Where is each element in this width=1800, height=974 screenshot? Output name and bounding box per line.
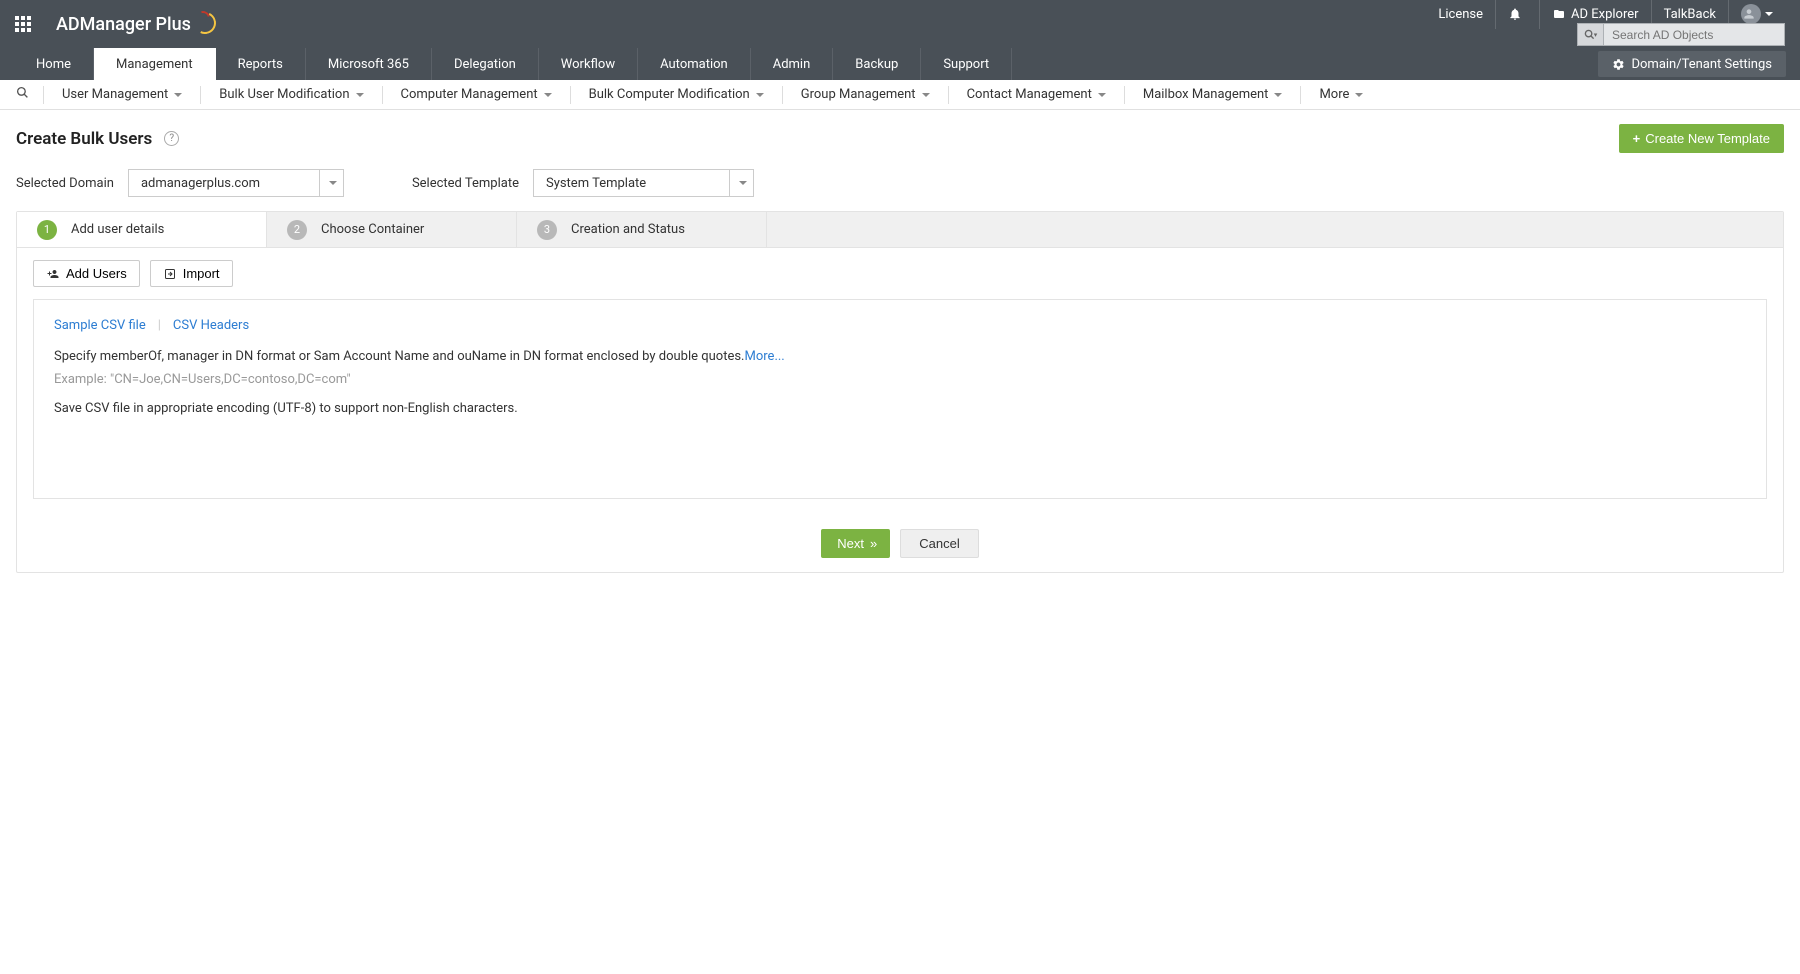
chevron-down-icon <box>544 93 552 97</box>
selected-template-dropdown[interactable]: System Template <box>533 169 754 197</box>
footer-buttons: Next » Cancel <box>17 515 1783 572</box>
sub-search-icon[interactable] <box>8 86 37 103</box>
step-number: 2 <box>287 220 307 240</box>
chevron-down-icon <box>1355 93 1363 97</box>
sample-csv-link[interactable]: Sample CSV file <box>54 318 146 333</box>
csv-headers-link[interactable]: CSV Headers <box>173 318 249 333</box>
main-tab-backup[interactable]: Backup <box>833 48 921 80</box>
selected-domain-dropdown[interactable]: admanagerplus.com <box>128 169 344 197</box>
bell-icon <box>1508 7 1522 21</box>
selector-row: Selected Domain admanagerplus.com Select… <box>0 163 1800 211</box>
action-row: Add Users Import <box>17 248 1783 299</box>
logo-swoosh-icon <box>194 12 214 36</box>
notifications-bell[interactable] <box>1495 0 1539 29</box>
main-tab-management[interactable]: Management <box>94 48 216 80</box>
divider <box>948 86 949 104</box>
chevron-down-icon <box>174 93 182 97</box>
main-tab-support[interactable]: Support <box>921 48 1012 80</box>
search-container: ▾ <box>1577 23 1785 46</box>
next-button[interactable]: Next » <box>821 529 890 558</box>
divider <box>43 86 44 104</box>
main-tabs: HomeManagementReportsMicrosoft 365Delega… <box>0 48 1800 80</box>
main-tab-microsoft-365[interactable]: Microsoft 365 <box>306 48 432 80</box>
info-example: Example: "CN=Joe,CN=Users,DC=contoso,DC=… <box>54 372 1746 387</box>
page-title-row: Create Bulk Users ? + Create New Templat… <box>0 110 1800 163</box>
selected-template-label: Selected Template <box>412 176 519 191</box>
step-tab-1[interactable]: 1 Add user details <box>17 212 267 247</box>
chevron-down-icon <box>922 93 930 97</box>
main-tab-automation[interactable]: Automation <box>638 48 751 80</box>
chevron-down-icon <box>1274 93 1282 97</box>
chevron-down-icon <box>756 93 764 97</box>
divider <box>782 86 783 104</box>
step-tab-3[interactable]: 3 Creation and Status <box>517 212 767 247</box>
step-label: Choose Container <box>321 222 424 237</box>
product-logo: ADManager Plus <box>56 12 214 36</box>
sub-tab-more[interactable]: More <box>1307 80 1375 110</box>
info-text-encoding: Save CSV file in appropriate encoding (U… <box>54 401 1746 416</box>
more-link[interactable]: More... <box>745 349 785 364</box>
apps-grid-icon[interactable] <box>15 16 31 32</box>
main-tab-admin[interactable]: Admin <box>751 48 834 80</box>
chevron-down-icon <box>729 170 753 196</box>
steps-container: 1 Add user details 2 Choose Container 3 Creat… <box>16 211 1784 573</box>
sub-tab-contact-management[interactable]: Contact Management <box>955 80 1118 110</box>
create-new-template-button[interactable]: + Create New Template <box>1619 124 1784 153</box>
import-button[interactable]: Import <box>150 260 233 287</box>
step-number: 1 <box>37 220 57 240</box>
product-name: ADManager Plus <box>56 14 191 35</box>
chevron-down-icon <box>319 170 343 196</box>
double-chevron-right-icon: » <box>870 536 874 551</box>
chevron-down-icon <box>356 93 364 97</box>
add-user-icon <box>46 268 60 280</box>
sub-tab-group-management[interactable]: Group Management <box>789 80 942 110</box>
divider <box>1300 86 1301 104</box>
info-links: Sample CSV file | CSV Headers <box>54 318 1746 333</box>
main-tab-delegation[interactable]: Delegation <box>432 48 539 80</box>
divider <box>1124 86 1125 104</box>
user-avatar-icon <box>1741 4 1761 24</box>
license-link[interactable]: License <box>1426 0 1495 29</box>
plus-icon: + <box>1633 131 1641 146</box>
sub-tabs: User Management Bulk User Modification Com… <box>0 80 1800 110</box>
page-title: Create Bulk Users <box>16 129 152 149</box>
gear-icon <box>1612 58 1625 71</box>
divider <box>382 86 383 104</box>
import-icon <box>163 268 177 280</box>
chevron-down-icon <box>1765 12 1773 16</box>
folder-icon <box>1552 8 1566 20</box>
domain-tenant-settings-button[interactable]: Domain/Tenant Settings <box>1598 51 1786 77</box>
step-tabs: 1 Add user details 2 Choose Container 3 Creat… <box>17 212 1783 248</box>
sub-tab-bulk-user-modification[interactable]: Bulk User Modification <box>207 80 375 110</box>
divider: | <box>158 318 161 333</box>
step-label: Add user details <box>71 222 164 237</box>
selected-domain-label: Selected Domain <box>16 176 114 191</box>
step-label: Creation and Status <box>571 222 685 237</box>
search-input[interactable] <box>1604 24 1784 45</box>
divider <box>200 86 201 104</box>
divider <box>570 86 571 104</box>
main-tab-reports[interactable]: Reports <box>216 48 306 80</box>
main-tab-workflow[interactable]: Workflow <box>539 48 638 80</box>
sub-tab-user-management[interactable]: User Management <box>50 80 194 110</box>
main-tab-home[interactable]: Home <box>14 48 94 80</box>
sub-tab-bulk-computer-modification[interactable]: Bulk Computer Modification <box>577 80 776 110</box>
sub-tab-mailbox-management[interactable]: Mailbox Management <box>1131 80 1295 110</box>
help-icon[interactable]: ? <box>164 131 179 146</box>
cancel-button[interactable]: Cancel <box>900 529 978 558</box>
add-users-button[interactable]: Add Users <box>33 260 140 287</box>
step-number: 3 <box>537 220 557 240</box>
chevron-down-icon <box>1098 93 1106 97</box>
step-tab-2[interactable]: 2 Choose Container <box>267 212 517 247</box>
info-box: Sample CSV file | CSV Headers Specify me… <box>33 299 1767 499</box>
search-icon[interactable]: ▾ <box>1578 24 1604 45</box>
info-text-format: Specify memberOf, manager in DN format o… <box>54 349 1746 364</box>
top-header: ADManager Plus License AD Explorer TalkB… <box>0 0 1800 48</box>
sub-tab-computer-management[interactable]: Computer Management <box>389 80 564 110</box>
